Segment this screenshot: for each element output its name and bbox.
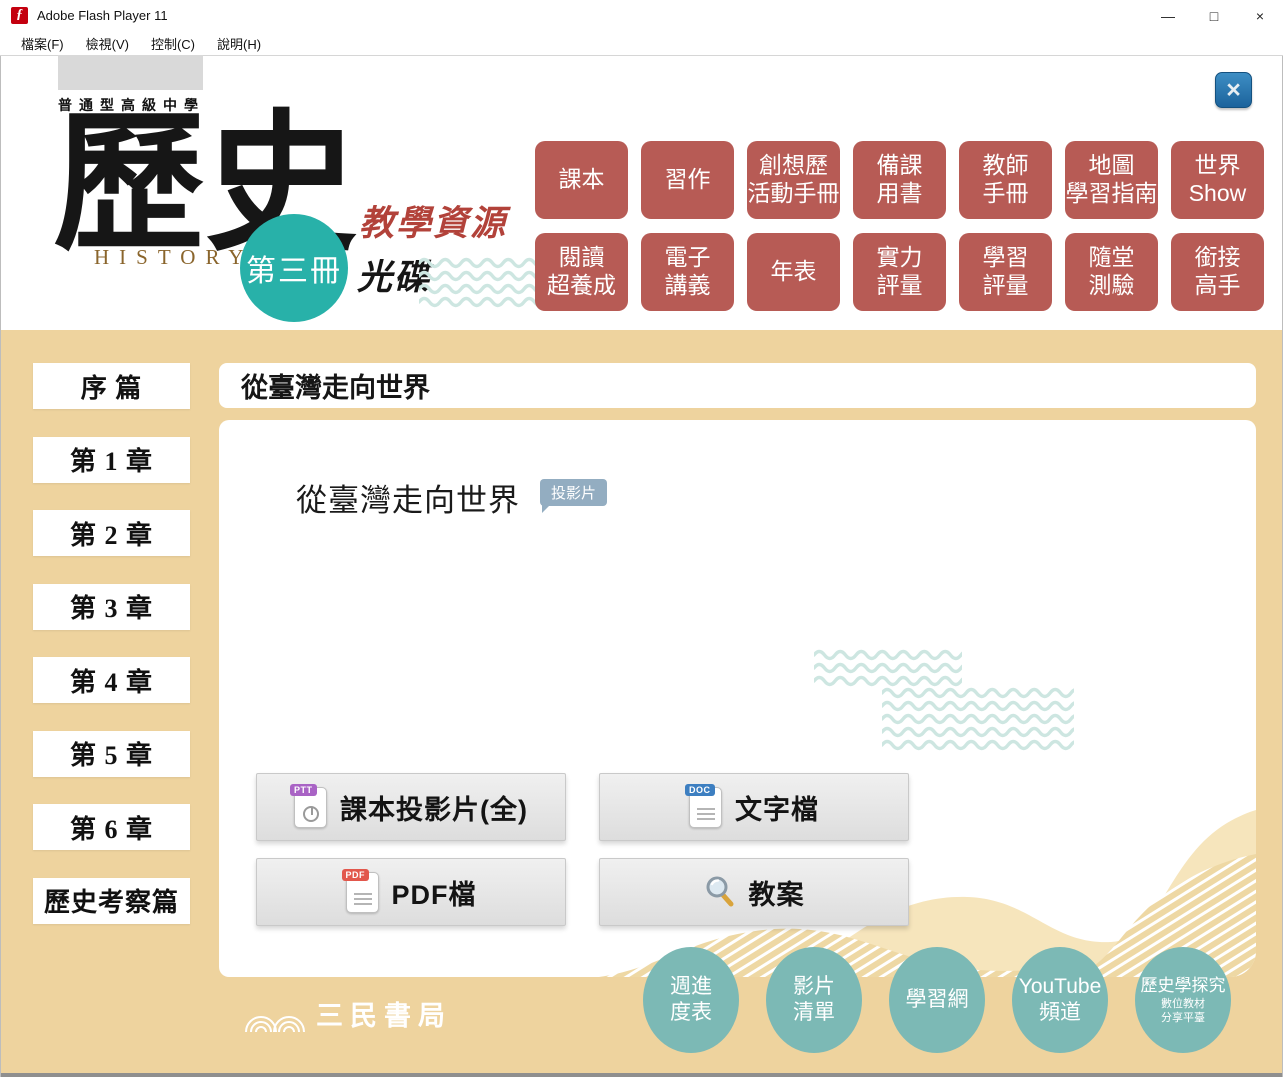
- wave-decoration-icon: [419, 253, 537, 311]
- nav-quiz-button[interactable]: 隨堂 測驗: [1065, 233, 1158, 311]
- nav-electure-button[interactable]: 電子 講義: [641, 233, 734, 311]
- publisher-name: 三民書局: [316, 994, 452, 1033]
- volume-badge: 第三冊: [240, 214, 348, 322]
- subject-subtitle: HISTORY: [94, 245, 253, 270]
- flash-player-window: ƒ Adobe Flash Player 11 — □ × 檔案(F) 檢視(V…: [0, 0, 1283, 1077]
- nav-reading-button[interactable]: 閱讀 超養成: [535, 233, 628, 311]
- publisher-logo: 三民書局: [244, 994, 452, 1033]
- nav-ability-test-button[interactable]: 實力 評量: [853, 233, 946, 311]
- section-header: 從臺灣走向世界: [219, 363, 1256, 408]
- menu-control[interactable]: 控制(C): [140, 34, 206, 53]
- text-file-button[interactable]: DOC 文字檔: [599, 773, 909, 841]
- resource-nav-grid: 課本 習作 創想歷 活動手冊 備課 用書 教師 手冊 地圖 學習指南 世界 Sh…: [535, 141, 1264, 311]
- nav-teacher-manual-button[interactable]: 教師 手冊: [959, 141, 1052, 219]
- download-buttons-grid: PTT 課本投影片(全) DOC 文字檔 P: [256, 773, 909, 926]
- publisher-logo-placeholder: [58, 55, 203, 90]
- header-section: 普通型高級中學 × 歷史 HISTORY 第三冊 教學資源 光碟 課本 習作 創…: [1, 57, 1282, 330]
- tagline-teaching-resources: 教學資源: [359, 195, 507, 246]
- magnifier-icon: [704, 875, 736, 909]
- nav-workbook-button[interactable]: 習作: [641, 141, 734, 219]
- nav-textbook-button[interactable]: 課本: [535, 141, 628, 219]
- minimize-button[interactable]: —: [1145, 0, 1191, 31]
- sidebar-item-field-study[interactable]: 歷史考察篇: [33, 878, 190, 924]
- menu-view[interactable]: 檢視(V): [75, 34, 140, 53]
- menubar: 檔案(F) 檢視(V) 控制(C) 說明(H): [0, 31, 1283, 56]
- history-inquiry-button[interactable]: 歷史學探究 數位教材 分享平臺: [1135, 947, 1231, 1053]
- lesson-plan-button[interactable]: 教案: [599, 858, 909, 926]
- content-title-row: 從臺灣走向世界 投影片: [296, 475, 607, 520]
- footer-links: 週進 度表 影片 清單 學習網 YouTube 頻道 歷史學探究 數位教材 分享…: [1, 947, 1282, 1057]
- sidebar-item-ch1[interactable]: 第 1 章: [33, 437, 190, 483]
- nav-activity-handbook-button[interactable]: 創想歷 活動手冊: [747, 141, 840, 219]
- close-button[interactable]: ×: [1237, 0, 1283, 31]
- slides-tag: 投影片: [540, 479, 607, 506]
- titlebar: ƒ Adobe Flash Player 11 — □ ×: [0, 0, 1283, 31]
- chapter-sidebar: 序 篇 第 1 章 第 2 章 第 3 章 第 4 章 第 5 章 第 6 章 …: [33, 363, 190, 924]
- doc-file-icon: DOC: [689, 787, 722, 828]
- sanmin-arches-icon: [244, 1003, 306, 1033]
- body-section: 序 篇 第 1 章 第 2 章 第 3 章 第 4 章 第 5 章 第 6 章 …: [1, 330, 1282, 1073]
- content-panel: 從臺灣走向世界 投影片: [219, 420, 1256, 977]
- youtube-channel-button[interactable]: YouTube 頻道: [1012, 947, 1108, 1053]
- nav-timeline-button[interactable]: 年表: [747, 233, 840, 311]
- menu-file[interactable]: 檔案(F): [10, 34, 75, 53]
- sidebar-item-ch6[interactable]: 第 6 章: [33, 804, 190, 850]
- nav-bridging-button[interactable]: 銜接 高手: [1171, 233, 1264, 311]
- nav-map-guide-button[interactable]: 地圖 學習指南: [1065, 141, 1158, 219]
- sidebar-item-ch2[interactable]: 第 2 章: [33, 510, 190, 556]
- nav-world-show-button[interactable]: 世界 Show: [1171, 141, 1264, 219]
- ppt-file-icon: PTT: [294, 787, 327, 828]
- flash-stage: 普通型高級中學 × 歷史 HISTORY 第三冊 教學資源 光碟 課本 習作 創…: [1, 57, 1282, 1073]
- sidebar-item-ch3[interactable]: 第 3 章: [33, 584, 190, 630]
- nav-lesson-prep-button[interactable]: 備課 用書: [853, 141, 946, 219]
- weekly-progress-button[interactable]: 週進 度表: [643, 947, 739, 1053]
- flash-player-icon: ƒ: [11, 7, 28, 24]
- sidebar-item-ch4[interactable]: 第 4 章: [33, 657, 190, 703]
- video-list-button[interactable]: 影片 清單: [766, 947, 862, 1053]
- pdf-file-button[interactable]: PDF PDF檔: [256, 858, 566, 926]
- sidebar-item-intro[interactable]: 序 篇: [33, 363, 190, 409]
- sidebar-item-ch5[interactable]: 第 5 章: [33, 731, 190, 777]
- menu-help[interactable]: 說明(H): [206, 34, 272, 53]
- exit-application-button[interactable]: ×: [1215, 72, 1252, 108]
- window-controls: — □ ×: [1145, 0, 1283, 31]
- maximize-button[interactable]: □: [1191, 0, 1237, 31]
- window-title: Adobe Flash Player 11: [37, 8, 168, 23]
- content-title: 從臺灣走向世界: [296, 475, 520, 520]
- textbook-slides-button[interactable]: PTT 課本投影片(全): [256, 773, 566, 841]
- nav-learning-test-button[interactable]: 學習 評量: [959, 233, 1052, 311]
- pdf-file-icon: PDF: [346, 872, 379, 913]
- learning-site-button[interactable]: 學習網: [889, 947, 985, 1053]
